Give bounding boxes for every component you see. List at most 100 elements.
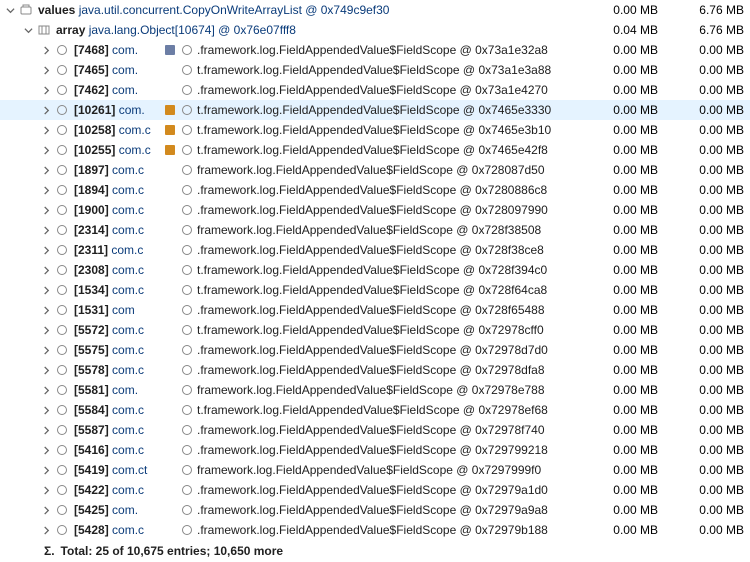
node-label: com.c <box>119 143 151 157</box>
object-icon <box>54 422 70 438</box>
expand-icon[interactable] <box>40 364 52 376</box>
tree-row[interactable]: [1534] com.c0.00 MB0.00 MB <box>0 280 750 300</box>
expand-icon[interactable] <box>40 424 52 436</box>
expand-icon[interactable] <box>40 524 52 536</box>
expand-icon[interactable] <box>40 324 52 336</box>
node-index: [1534] <box>74 283 109 297</box>
node-label: com.c <box>119 123 151 137</box>
node-index: [1894] <box>74 183 109 197</box>
shallow-size: 0.00 MB <box>578 203 664 217</box>
tree-row[interactable]: [10258] com.c0.00 MB0.00 MB <box>0 120 750 140</box>
collapse-icon[interactable] <box>4 4 16 16</box>
heap-tree[interactable]: values java.util.concurrent.CopyOnWriteA… <box>0 0 750 562</box>
retained-size: 0.00 MB <box>664 443 750 457</box>
tree-row[interactable]: [5581] com.0.00 MB0.00 MB <box>0 380 750 400</box>
expand-icon[interactable] <box>40 84 52 96</box>
node-index: [5587] <box>74 423 109 437</box>
node-label: com.c <box>112 283 144 297</box>
tree-row[interactable]: [5422] com.c0.00 MB0.00 MB <box>0 480 750 500</box>
totals-row[interactable]: Σ. Total: 25 of 10,675 entries; 10,650 m… <box>0 540 750 562</box>
node-label: com.c <box>112 443 144 457</box>
tree-row[interactable]: [1900] com.c0.00 MB0.00 MB <box>0 200 750 220</box>
tree-row[interactable]: [5575] com.c0.00 MB0.00 MB <box>0 340 750 360</box>
tree-row[interactable]: [5428] com.c0.00 MB0.00 MB <box>0 520 750 540</box>
tree-row[interactable]: [5584] com.c0.00 MB0.00 MB <box>0 400 750 420</box>
tree-row[interactable]: [1897] com.c0.00 MB0.00 MB <box>0 160 750 180</box>
expand-icon[interactable] <box>40 64 52 76</box>
collapse-icon[interactable] <box>22 24 34 36</box>
tree-row[interactable]: [1894] com.c 0.00 MB0.00 MB <box>0 180 750 200</box>
tree-row[interactable]: [2314] com.c0.00 MB0.00 MB <box>0 220 750 240</box>
expand-icon[interactable] <box>40 484 52 496</box>
expand-icon[interactable] <box>40 244 52 256</box>
shallow-size: 0.00 MB <box>578 243 664 257</box>
tree-row[interactable]: [2311] com.c0.00 MB0.00 MB <box>0 240 750 260</box>
retained-size: 0.00 MB <box>664 183 750 197</box>
expand-icon[interactable] <box>40 284 52 296</box>
tree-row[interactable]: [7462] com.0.00 MB0.00 MB <box>0 80 750 100</box>
expand-icon[interactable] <box>40 124 52 136</box>
tree-row[interactable]: [2308] com.c0.00 MB0.00 MB <box>0 260 750 280</box>
retained-size: 6.76 MB <box>664 3 750 17</box>
expand-icon[interactable] <box>40 184 52 196</box>
tree-row-array[interactable]: array java.lang.Object[10674] @ 0x76e07f… <box>0 20 750 40</box>
node-label: com. <box>112 63 138 77</box>
expand-icon[interactable] <box>40 264 52 276</box>
object-icon <box>18 2 34 18</box>
tree-row[interactable]: [10255] com.c0.00 MB0.00 MB <box>0 140 750 160</box>
expand-icon[interactable] <box>40 304 52 316</box>
node-label: com. <box>112 503 138 517</box>
node-name: array <box>56 23 85 37</box>
retained-size: 0.00 MB <box>664 383 750 397</box>
retained-size: 0.00 MB <box>664 463 750 477</box>
node-index: [5581] <box>74 383 109 397</box>
tree-row[interactable]: [5416] com.c0.00 MB0.00 MB <box>0 440 750 460</box>
object-icon <box>54 122 70 138</box>
object-icon <box>54 182 70 198</box>
expand-icon[interactable] <box>40 384 52 396</box>
retained-size: 0.00 MB <box>664 483 750 497</box>
node-index: [10258] <box>74 123 115 137</box>
node-index: [10261] <box>74 103 115 117</box>
expand-icon[interactable] <box>40 204 52 216</box>
object-icon <box>54 522 70 538</box>
retained-size: 0.00 MB <box>664 143 750 157</box>
node-label: com.c <box>112 183 144 197</box>
expand-icon[interactable] <box>40 404 52 416</box>
tree-row[interactable]: [5578] com.c0.00 MB0.00 MB <box>0 360 750 380</box>
tree-row-values[interactable]: values java.util.concurrent.CopyOnWriteA… <box>0 0 750 20</box>
object-icon <box>54 222 70 238</box>
tree-row[interactable]: [7465] com.0.00 MB0.00 MB <box>0 60 750 80</box>
object-icon <box>54 362 70 378</box>
node-label: com.c <box>112 403 144 417</box>
retained-size: 0.00 MB <box>664 163 750 177</box>
tree-row[interactable]: [5419] com.ct0.00 MB0.00 MB <box>0 460 750 480</box>
node-index: [2308] <box>74 263 109 277</box>
expand-icon[interactable] <box>40 224 52 236</box>
node-index: [5575] <box>74 343 109 357</box>
tree-row[interactable]: [7468] com.0.00 MB0.00 MB <box>0 40 750 60</box>
expand-icon[interactable] <box>40 504 52 516</box>
expand-icon[interactable] <box>40 444 52 456</box>
tree-row[interactable]: [1531] com0.00 MB0.00 MB <box>0 300 750 320</box>
node-index: [1531] <box>74 303 109 317</box>
tree-row[interactable]: [5572] com.c0.00 MB0.00 MB <box>0 320 750 340</box>
expand-icon[interactable] <box>40 164 52 176</box>
shallow-size: 0.00 MB <box>578 183 664 197</box>
expand-icon[interactable] <box>40 144 52 156</box>
retained-size: 6.76 MB <box>664 23 750 37</box>
object-icon <box>54 442 70 458</box>
tree-row[interactable]: [5587] com.c0.00 MB0.00 MB <box>0 420 750 440</box>
expand-icon[interactable] <box>40 104 52 116</box>
tree-row[interactable]: [5425] com.0.00 MB0.00 MB <box>0 500 750 520</box>
node-label: com. <box>112 383 138 397</box>
shallow-size: 0.00 MB <box>578 463 664 477</box>
node-index: [5422] <box>74 483 109 497</box>
tree-row[interactable]: [10261] com.0.00 MB0.00 MB <box>0 100 750 120</box>
object-icon <box>54 42 70 58</box>
node-label: com.c <box>112 263 144 277</box>
shallow-size: 0.00 MB <box>578 63 664 77</box>
expand-icon[interactable] <box>40 464 52 476</box>
expand-icon[interactable] <box>40 44 52 56</box>
expand-icon[interactable] <box>40 344 52 356</box>
